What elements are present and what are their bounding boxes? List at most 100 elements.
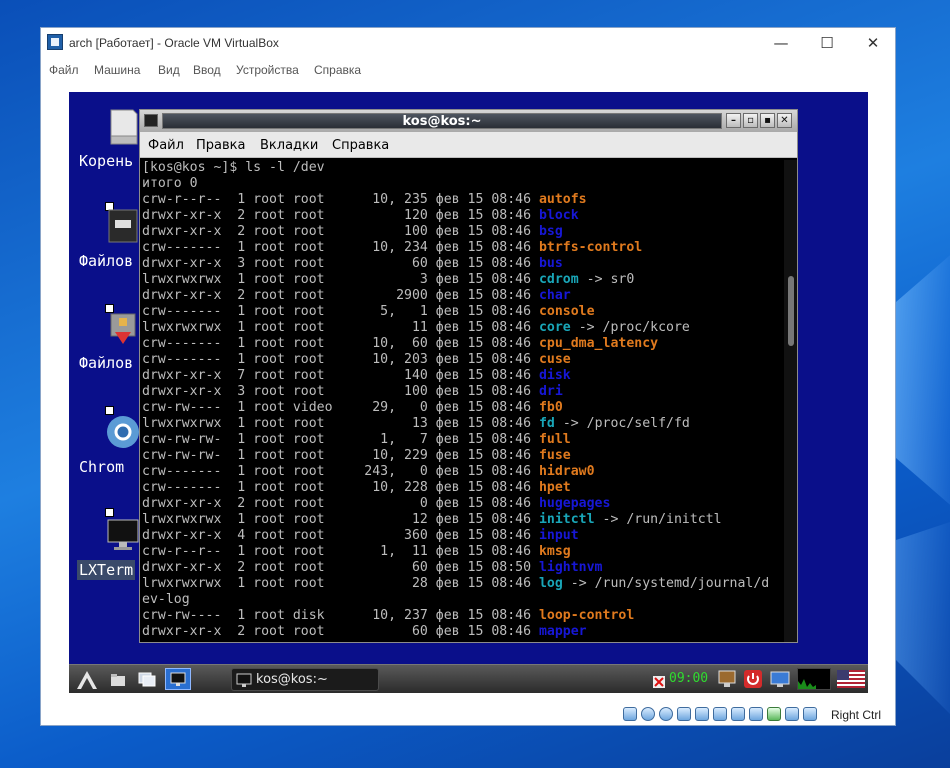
terminal-line-text: crw------- 1 root root 10, 203 фев 15 08…: [142, 352, 539, 367]
terminal-line: drwxr-xr-x 2 root root 100 фев 15 08:46 …: [142, 224, 784, 240]
terminal-line: drwxr-xr-x 2 root root 120 фев 15 08:46 …: [142, 208, 784, 224]
maximize-button[interactable]: ☐: [804, 28, 850, 58]
terminal-line: crw-rw---- 1 root disk 10, 237 фев 15 08…: [142, 608, 784, 624]
shared-folders-status-icon[interactable]: [713, 707, 727, 721]
lxde-panel: kos@kos:~ 09:00: [69, 664, 868, 693]
terminal-file-name: core: [538, 320, 571, 335]
optical-drive-status-icon[interactable]: [641, 707, 655, 721]
terminal-menu-tabs[interactable]: Вкладки: [260, 138, 318, 153]
terminal-line-text: lrwxrwxrwx 1 root root 28 фев 15 08:46: [142, 576, 539, 591]
vbox-titlebar[interactable]: arch [Работает] - Oracle VM VirtualBox —…: [41, 28, 895, 58]
vbox-menubar: Файл Машина Вид Ввод Устройства Справка: [41, 59, 895, 81]
terminal-line-text: crw-rw---- 1 root video 29, 0 фев 15 08:…: [142, 400, 539, 415]
terminal-line: crw-rw---- 1 root video 29, 0 фев 15 08:…: [142, 400, 784, 416]
terminal-file-name: block: [538, 208, 579, 223]
file-manager-root-icon: [105, 308, 141, 344]
usb-status-icon[interactable]: [695, 707, 709, 721]
vbox-menu-view[interactable]: Вид: [158, 63, 180, 77]
terminal-line-text: drwxr-xr-x 2 root root 120 фев 15 08:46: [142, 208, 539, 223]
vm-display[interactable]: Корень Файлов Файлов Chrom LXTerm kos@ko…: [69, 92, 868, 693]
terminal-file-name: full: [538, 432, 571, 447]
vbox-menu-help[interactable]: Справка: [314, 63, 361, 77]
close-button[interactable]: ✕: [850, 28, 896, 58]
terminal-line-text: crw-rw-rw- 1 root root 1, 7 фев 15 08:46: [142, 432, 539, 447]
terminal-line-text: lrwxrwxrwx 1 root root 13 фев 15 08:46: [142, 416, 539, 431]
terminal-line-text: drwxr-xr-x 7 root root 140 фев 15 08:46: [142, 368, 539, 383]
terminal-line-text: crw-r--r-- 1 root root 1, 11 фев 15 08:4…: [142, 544, 539, 559]
terminal-line: lrwxrwxrwx 1 root root 28 фев 15 08:46 l…: [142, 576, 784, 592]
workspace-switcher-icon[interactable]: [165, 668, 191, 690]
terminal-line-text: drwxr-xr-x 3 root root 60 фев 15 08:46: [142, 256, 539, 271]
vbox-menu-devices[interactable]: Устройства: [236, 63, 299, 77]
terminal-scrollbar-thumb[interactable]: [788, 276, 794, 346]
screen-lock-icon[interactable]: [717, 670, 737, 688]
terminal-line-text: lrwxrwxrwx 1 root root 11 фев 15 08:46: [142, 320, 539, 335]
logout-power-icon[interactable]: [743, 670, 763, 688]
terminal-output[interactable]: [kos@kos ~]$ ls -l /dev итого 0 crw-r--r--…: [142, 160, 784, 642]
terminal-line-text: lrwxrwxrwx 1 root root 3 фев 15 08:46: [142, 272, 539, 287]
vbox-statusbar: Right Ctrl: [41, 704, 895, 726]
terminal-scrollbar[interactable]: [784, 160, 797, 642]
terminal-file-name: kmsg: [538, 544, 571, 559]
terminal-line: lrwxrwxrwx 1 root root 12 фев 15 08:46 i…: [142, 512, 784, 528]
terminal-line: ev-log: [142, 592, 784, 608]
network-disconnected-icon[interactable]: [653, 673, 665, 688]
terminal-symlink-target: -> sr0: [578, 272, 635, 287]
terminal-close-button[interactable]: ✕: [777, 113, 792, 128]
terminal-symlink-target: -> /proc/self/fd: [554, 416, 690, 431]
terminal-line-text: drwxr-xr-x 3 root root 100 фев 15 08:46: [142, 384, 539, 399]
terminal-window-icon[interactable]: [144, 114, 158, 127]
panel-clock[interactable]: 09:00: [669, 671, 708, 686]
keyboard-layout-flag-icon[interactable]: [837, 670, 865, 688]
vbox-menu-machine[interactable]: Машина: [94, 63, 140, 77]
terminal-line-text: drwxr-xr-x 2 root root 60 фев 15 08:46: [142, 624, 539, 639]
mouse-integration-status-icon[interactable]: [785, 707, 799, 721]
terminal-line-text: crw------- 1 root root 10, 60 фев 15 08:…: [142, 336, 539, 351]
vbox-menu-file[interactable]: Файл: [49, 63, 79, 77]
terminal-file-name: hugepages: [538, 496, 611, 511]
terminal-file-name: btrfs-control: [538, 240, 643, 255]
show-desktop-icon[interactable]: [137, 670, 157, 688]
terminal-iconify-button[interactable]: ▫: [743, 113, 758, 128]
cpu-usage-monitor-icon[interactable]: [797, 668, 831, 690]
terminal-file-name: hpet: [538, 480, 571, 495]
terminal-line: crw------- 1 root root 10, 234 фев 15 08…: [142, 240, 784, 256]
terminal-maximize-button[interactable]: ▪: [760, 113, 775, 128]
network-monitor-icon[interactable]: [769, 670, 793, 688]
virtualization-status-icon[interactable]: [767, 707, 781, 721]
terminal-file-name: dri: [538, 384, 563, 399]
terminal-line: drwxr-xr-x 2 root root 0 фев 15 08:46 hu…: [142, 496, 784, 512]
terminal-line: crw------- 1 root root 243, 0 фев 15 08:…: [142, 464, 784, 480]
file-cabinet-icon: [105, 206, 141, 243]
terminal-line: drwxr-xr-x 2 root root 60 фев 15 08:46 m…: [142, 624, 784, 640]
video-capture-status-icon[interactable]: [749, 707, 763, 721]
display-status-icon[interactable]: [731, 707, 745, 721]
virtualbox-window: arch [Работает] - Oracle VM VirtualBox —…: [40, 27, 896, 726]
drive-icon: [105, 106, 141, 145]
terminal-file-name: mapper: [538, 624, 587, 639]
terminal-menu-edit[interactable]: Правка: [196, 138, 245, 153]
audio-status-icon[interactable]: [659, 707, 673, 721]
file-manager-launcher-icon[interactable]: [109, 670, 129, 688]
hard-disk-status-icon[interactable]: [623, 707, 637, 721]
desktop-icon-label: Файлов: [79, 252, 134, 270]
terminal-file-name: fd: [538, 416, 555, 431]
terminal-line: crw------- 1 root root 10, 203 фев 15 08…: [142, 352, 784, 368]
minimize-button[interactable]: —: [758, 28, 804, 58]
terminal-menu-file[interactable]: Файл: [148, 138, 184, 153]
terminal-line-text: drwxr-xr-x 2 root root 2900 фев 15 08:46: [142, 288, 539, 303]
vbox-menu-input[interactable]: Ввод: [193, 63, 221, 77]
terminal-line-text: lrwxrwxrwx 1 root root 12 фев 15 08:46: [142, 512, 539, 527]
terminal-file-name: fuse: [538, 448, 571, 463]
terminal-menu-help[interactable]: Справка: [332, 138, 389, 153]
terminal-titlebar[interactable]: kos@kos:~ – ▫ ▪ ✕: [140, 110, 797, 132]
lxterminal-window: kos@kos:~ – ▫ ▪ ✕ Файл Правка Вкладки Сп…: [139, 109, 798, 643]
terminal-file-name: console: [538, 304, 595, 319]
network-status-icon[interactable]: [677, 707, 691, 721]
terminal-minimize-button[interactable]: –: [726, 113, 741, 128]
keyboard-capture-status-icon[interactable]: [803, 707, 817, 721]
terminal-line: [kos@kos ~]$ ls -l /dev: [142, 160, 784, 176]
taskbar-task-terminal[interactable]: kos@kos:~: [231, 668, 379, 691]
terminal-line: drwxr-xr-x 2 root root 60 фев 15 08:50 l…: [142, 560, 784, 576]
arch-menu-icon[interactable]: [75, 670, 99, 689]
